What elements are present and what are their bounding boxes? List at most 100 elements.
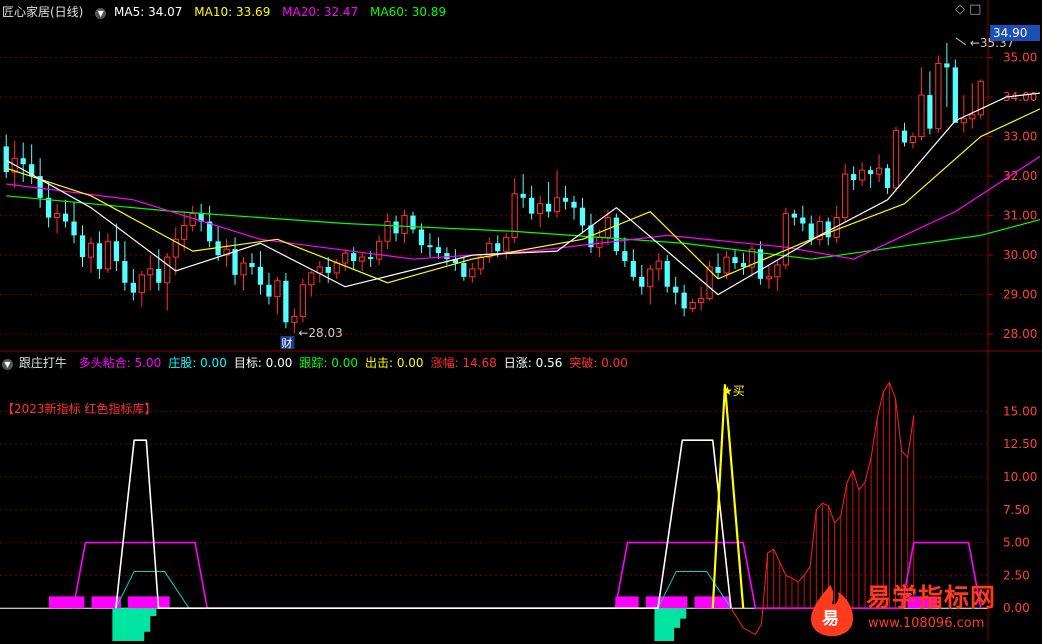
candle-body-up (104, 240, 112, 270)
candle-body-up (181, 224, 188, 240)
indicator-tick-label: 0.00 (1003, 601, 1030, 615)
ma10-value: MA10: 33.69 (194, 5, 271, 19)
candle-body-up (401, 215, 408, 234)
candle-body-down (71, 221, 77, 236)
ma60-value: MA60: 30.89 (370, 5, 447, 19)
ma20-value: MA20: 32.47 (282, 5, 359, 19)
candle-body-up (486, 242, 493, 258)
indicator-tick-label: 10.00 (1003, 470, 1037, 484)
candle-body-up (477, 256, 484, 270)
candle-body-up (689, 302, 696, 309)
watermark-text: 易学指标网 (866, 583, 997, 612)
candle-body-up (469, 268, 476, 278)
stock-name[interactable]: 匠心家居(日线) (2, 5, 83, 19)
indicator-field-1: 庄股: 0.00 (168, 356, 227, 370)
magenta-block (615, 596, 639, 609)
candle-body-down (681, 292, 687, 309)
candle-body-up (240, 262, 247, 276)
candle-body-down (367, 257, 374, 260)
candle-body-up (274, 280, 281, 298)
candle-body-down (884, 168, 891, 188)
candle-body-up (503, 236, 510, 252)
candle-body-up (960, 118, 967, 124)
candle-body-down (740, 263, 747, 267)
candle-body-down (944, 63, 950, 68)
indicator-fields: 多头粘合: 5.00 庄股: 0.00 目标: 0.00 跟踪: 0.00 出击: 0.… (79, 356, 635, 370)
candle-body-down (156, 268, 162, 283)
indicator-field-3: 跟踪: 0.00 (299, 356, 358, 370)
candle-body-down (461, 263, 467, 277)
candle-body-down (562, 197, 569, 202)
candle-body-up (655, 260, 662, 270)
candle-body-down (62, 213, 69, 222)
candle-body-down (520, 193, 526, 198)
candle-body-down (952, 67, 958, 123)
indicator-header: ▼ 跟庄打牛 多头粘合: 5.00 庄股: 0.00 目标: 0.00 跟踪: 0.0… (2, 354, 643, 371)
candle-body-down (266, 284, 272, 297)
candle-body-up (384, 221, 391, 242)
candle-body-down (808, 223, 814, 240)
candle-body-up (842, 173, 849, 219)
main-chart-header: 匠心家居(日线) ▼ MA5: 34.07 MA10: 33.69 MA20: … (2, 3, 454, 20)
logo-char: 易 (822, 609, 839, 629)
candle-body-up (909, 136, 917, 143)
candle-body-down (495, 243, 501, 252)
candle-body-up (782, 213, 789, 266)
candle-body-down (613, 217, 620, 252)
indicator-toggle-icon-2[interactable]: ▼ (2, 359, 13, 370)
candle-body-down (901, 130, 908, 143)
candle-body-down (20, 158, 26, 165)
candle-body-down (410, 215, 416, 230)
indicator-toggle-icon[interactable]: ▼ (95, 8, 107, 19)
candle-body-up (359, 256, 366, 262)
candle-body-down (715, 266, 721, 273)
candle-body-down (673, 286, 679, 293)
candle-body-up (308, 272, 315, 286)
candle-body-up (858, 169, 866, 181)
candle-body-down (927, 95, 933, 129)
candle-body-up (604, 217, 612, 238)
magenta-block (128, 596, 170, 609)
candle-body-down (79, 235, 86, 258)
candle-body-down (283, 280, 289, 323)
candle-body-up (536, 203, 544, 215)
candle-body-up (164, 256, 171, 284)
candle-body-up (723, 256, 730, 274)
candle-body-down (622, 251, 628, 262)
watermark-url: www.108096.com (868, 616, 985, 631)
candle-body-down (351, 253, 357, 262)
candle-body-down (732, 257, 738, 264)
price-tick-label: 32.00 (1003, 169, 1037, 183)
candle-body-down (664, 261, 670, 287)
candle-body-down (122, 261, 128, 283)
price-tick-label: 30.00 (1003, 248, 1037, 262)
candle-body-down (249, 263, 255, 267)
candle-body-up (596, 236, 603, 248)
price-tick-label: 35.00 (1003, 51, 1037, 65)
candle-body-up (138, 274, 145, 294)
candle-body-down (579, 207, 586, 226)
candle-body-down (757, 249, 764, 279)
candle-body-up (935, 62, 942, 130)
candle-body-up (892, 130, 900, 189)
candle-body-down (851, 174, 857, 181)
chart-svg: 35.0034.0033.0032.0031.0030.0029.0028.00… (0, 0, 1042, 644)
current-price-tag: 34.90 (990, 25, 1040, 41)
candle-body-up (342, 252, 349, 264)
indicator-tick-label: 7.50 (1003, 503, 1030, 517)
candle-body-up (647, 268, 654, 288)
green-bar (148, 608, 157, 617)
candle-body-down (435, 247, 442, 254)
green-bar (678, 608, 687, 619)
indicator-brand-label: 【2023新指标 红色指标库】 (2, 402, 157, 416)
candle-body-down (130, 282, 136, 293)
candle-body-down (791, 213, 797, 218)
candle-body-up (316, 266, 323, 274)
candle-body-down (800, 217, 806, 224)
indicator-field-6: 日涨: 0.56 (503, 356, 563, 370)
candle-body-up (53, 213, 61, 219)
indicator-name[interactable]: 跟庄打牛 (19, 356, 67, 370)
ma5-value: MA5: 34.07 (114, 5, 183, 19)
indicator-tick-label: 2.50 (1003, 568, 1030, 582)
window-controls[interactable]: ◇ □ (955, 2, 981, 17)
